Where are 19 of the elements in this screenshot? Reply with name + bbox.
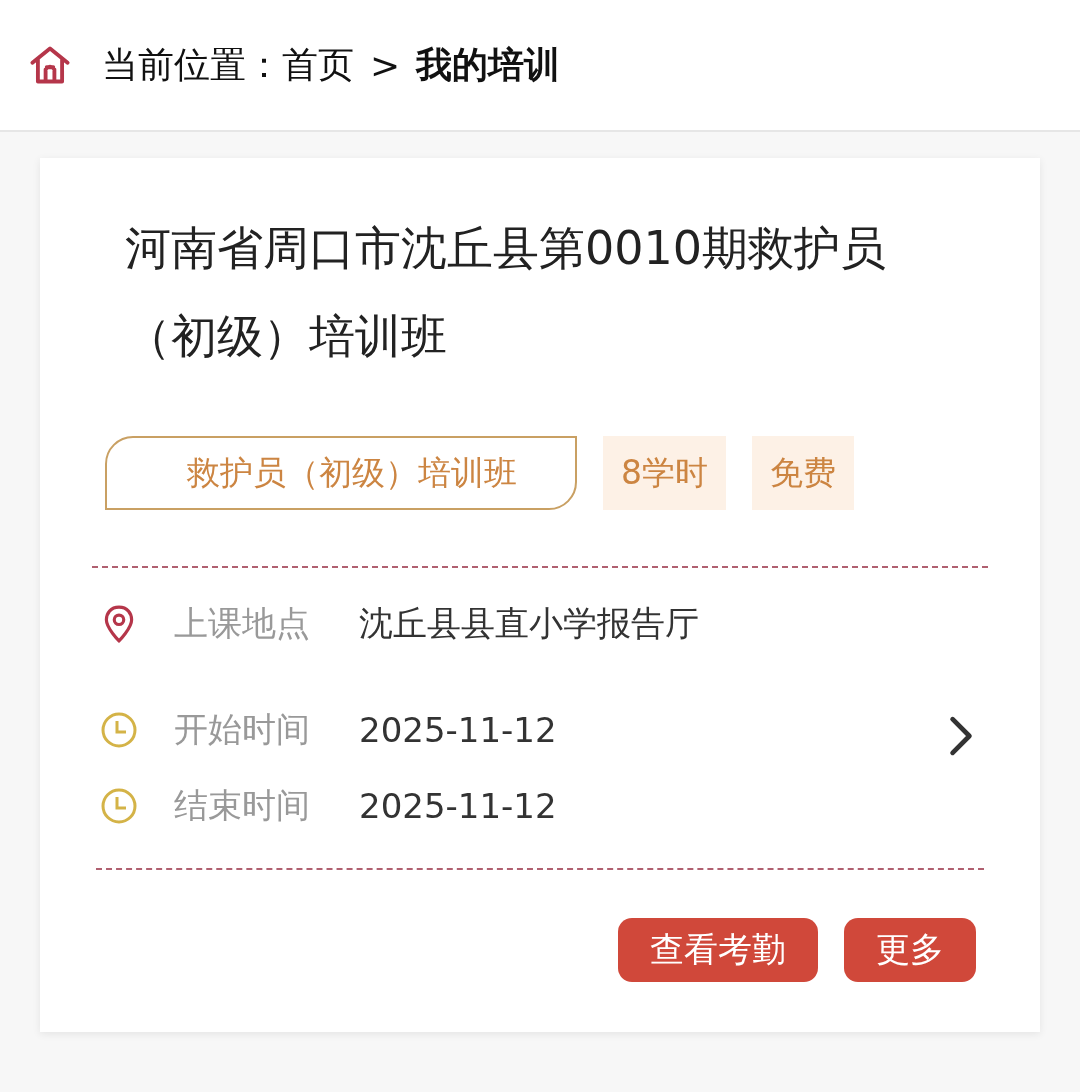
info-label: 结束时间 — [174, 784, 311, 827]
action-button[interactable]: 更多 — [844, 918, 976, 982]
tag: 8学时 — [603, 436, 726, 510]
breadcrumb-link[interactable]: 首页 — [282, 40, 354, 90]
breadcrumb-separator: > — [370, 44, 401, 86]
card-title: 河南省周口市沈丘县第0010期救护员（初级）培训班 — [124, 220, 888, 365]
breadcrumb-label: 当前位置： — [102, 42, 282, 87]
tag: 救护员（初级）培训班 — [105, 436, 577, 510]
info-value: 2025-11-12 — [359, 786, 557, 826]
info-value: 2025-11-12 — [359, 710, 557, 750]
info-value: 沈丘县县直小学报告厅 — [359, 602, 699, 645]
tag: 免费 — [752, 436, 854, 510]
clock-icon — [100, 786, 138, 826]
chevron-right-icon[interactable] — [948, 715, 974, 757]
action-button[interactable]: 查看考勤 — [618, 918, 818, 982]
info-label: 开始时间 — [174, 708, 311, 751]
clock-icon — [100, 710, 138, 750]
breadcrumb-link[interactable]: 我的培训 — [416, 40, 561, 90]
info-label: 上课地点 — [174, 602, 311, 645]
